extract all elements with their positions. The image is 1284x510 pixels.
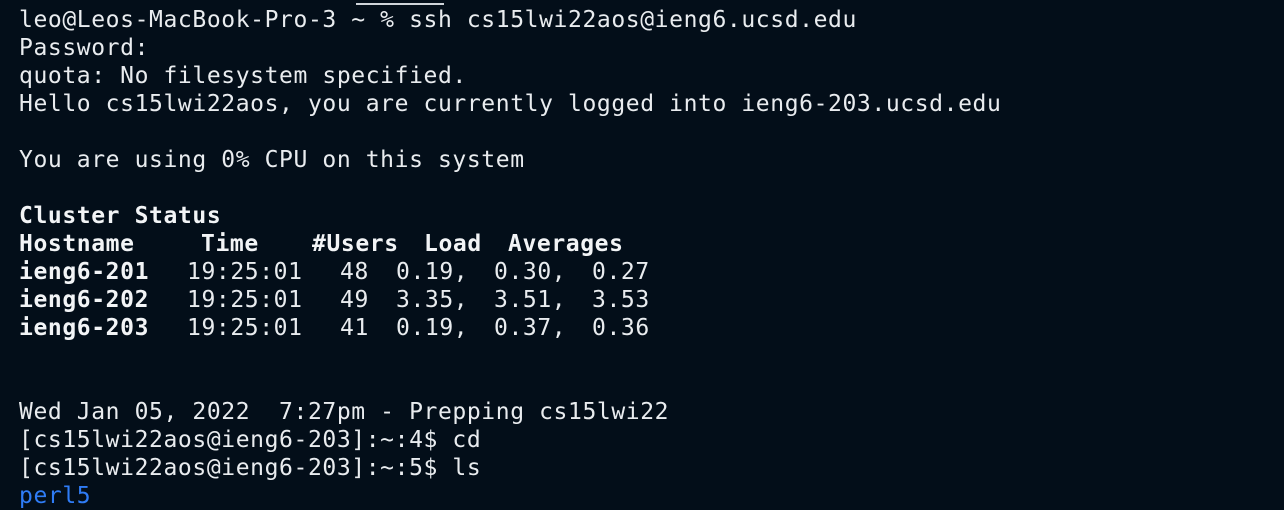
cursor-marker xyxy=(356,3,444,5)
row-load-5: 3.51, xyxy=(494,287,567,313)
terminal-output: leo@Leos-MacBook-Pro-3 ~ % ssh cs15lwi22… xyxy=(19,6,1001,510)
row-time: 19:25:01 xyxy=(187,287,303,313)
row-users: 48 xyxy=(340,259,369,285)
row-load-1: 3.35, xyxy=(396,287,469,313)
row-load-1: 0.19, xyxy=(396,259,469,285)
header-load: Load xyxy=(424,231,482,257)
row-load-5: 0.37, xyxy=(494,315,567,341)
row-load-5: 0.30, xyxy=(494,259,567,285)
cluster-table-header: Hostname Time #Users Load Averages xyxy=(19,230,1001,258)
command-ls-line: [cs15lwi22aos@ieng6-203]:~:5$ ls xyxy=(19,455,482,481)
cluster-table-row: ieng6-201 19:25:01 48 0.19, 0.30, 0.27 xyxy=(19,258,1001,286)
row-load-15: 0.27 xyxy=(592,259,650,285)
header-users: #Users xyxy=(312,231,399,257)
row-hostname: ieng6-201 xyxy=(19,259,150,285)
row-hostname: ieng6-202 xyxy=(19,287,150,313)
row-users: 41 xyxy=(340,315,369,341)
header-time: Time xyxy=(201,231,259,257)
header-averages: Averages xyxy=(508,231,624,257)
row-load-15: 3.53 xyxy=(592,287,650,313)
header-hostname: Hostname xyxy=(19,231,135,257)
row-users: 49 xyxy=(340,287,369,313)
row-time: 19:25:01 xyxy=(187,259,303,285)
cpu-message: You are using 0% CPU on this system xyxy=(19,147,525,173)
directory-perl5[interactable]: perl5 xyxy=(19,482,1001,510)
quota-message: quota: No filesystem specified. xyxy=(19,63,467,89)
password-prompt: Password: xyxy=(19,35,150,61)
hello-message: Hello cs15lwi22aos, you are currently lo… xyxy=(19,91,1002,117)
ssh-command-line: leo@Leos-MacBook-Pro-3 ~ % ssh cs15lwi22… xyxy=(19,7,857,33)
terminal-window[interactable]: leo@Leos-MacBook-Pro-3 ~ % ssh cs15lwi22… xyxy=(0,0,1284,510)
row-time: 19:25:01 xyxy=(187,315,303,341)
command-cd-line: [cs15lwi22aos@ieng6-203]:~:4$ cd xyxy=(19,427,482,453)
row-load-15: 0.36 xyxy=(592,315,650,341)
row-hostname: ieng6-203 xyxy=(19,315,150,341)
cluster-table-row: ieng6-202 19:25:01 49 3.35, 3.51, 3.53 xyxy=(19,286,1001,314)
date-banner: Wed Jan 05, 2022 7:27pm - Prepping cs15l… xyxy=(19,399,670,425)
cluster-table-row: ieng6-203 19:25:01 41 0.19, 0.37, 0.36 xyxy=(19,314,1001,342)
cluster-status-title: Cluster Status xyxy=(19,203,222,229)
row-load-1: 0.19, xyxy=(396,315,469,341)
